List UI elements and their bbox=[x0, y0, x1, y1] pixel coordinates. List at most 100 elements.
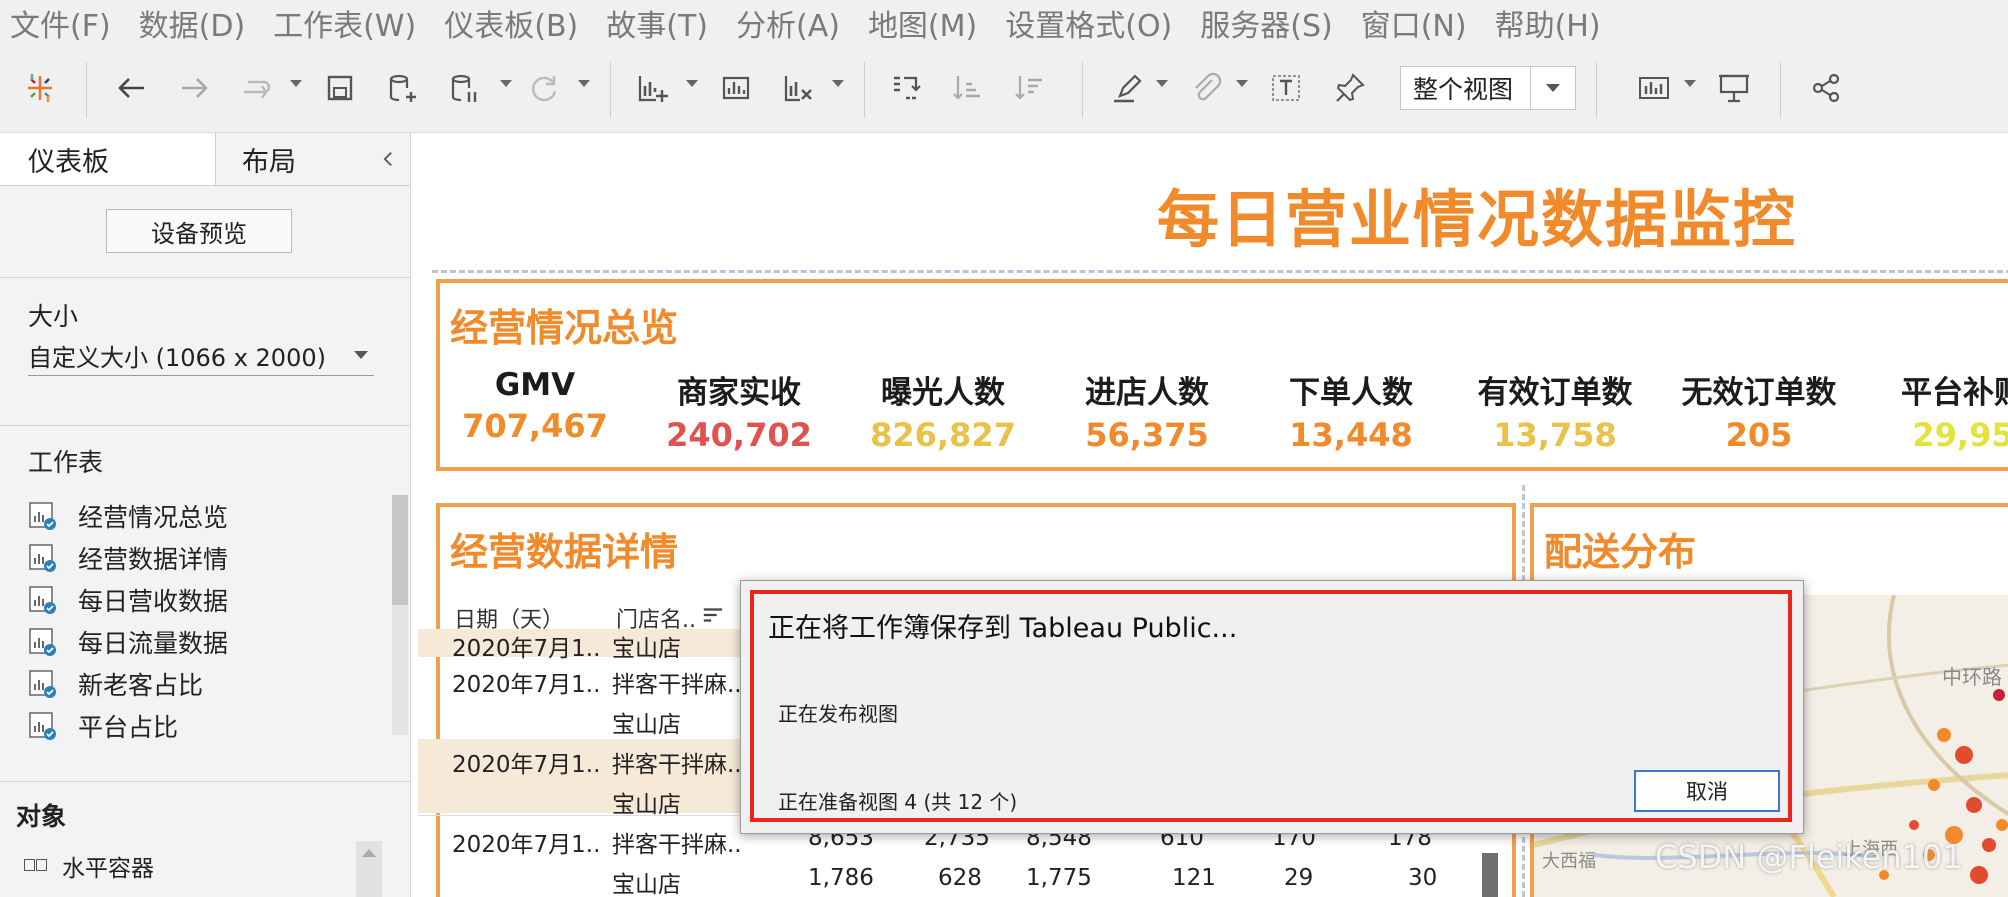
tab-dashboard[interactable]: 仪表板 bbox=[0, 133, 216, 185]
scrollbar-thumb[interactable] bbox=[392, 495, 408, 605]
toolbar-separator bbox=[610, 62, 611, 118]
kpi-value: 29,95 bbox=[1912, 416, 2008, 454]
delivery-title: 配送分布 bbox=[1544, 530, 1697, 574]
menu-data[interactable]: 数据(D) bbox=[129, 1, 264, 45]
new-data-source-icon[interactable] bbox=[380, 66, 424, 110]
kpi-value: 826,827 bbox=[870, 416, 1016, 454]
toolbar-separator bbox=[1596, 62, 1597, 118]
menu-dashboard[interactable]: 仪表板(B) bbox=[434, 1, 596, 45]
menu-map[interactable]: 地图(M) bbox=[858, 1, 995, 45]
menu-server[interactable]: 服务器(S) bbox=[1190, 1, 1350, 45]
chevron-down-icon[interactable] bbox=[290, 80, 302, 87]
fit-view-select[interactable]: 整个视图 bbox=[1400, 66, 1576, 110]
sidebar-tabs: 仪表板 布局 bbox=[0, 133, 410, 186]
table-scrollbar-thumb[interactable] bbox=[1482, 853, 1498, 897]
chevron-down-icon[interactable] bbox=[1236, 80, 1248, 87]
kpi-label: 平台补贴 bbox=[1901, 375, 2008, 411]
divider bbox=[0, 781, 410, 782]
kpi-value: 13,448 bbox=[1289, 416, 1413, 454]
worksheet-used-icon bbox=[28, 501, 58, 531]
chevron-down-icon[interactable] bbox=[578, 80, 590, 87]
objects-scrollbar[interactable] bbox=[356, 841, 382, 897]
highlight-pen-icon[interactable] bbox=[1104, 66, 1148, 110]
toolbar-separator bbox=[1082, 62, 1083, 118]
duplicate-sheet-icon[interactable] bbox=[714, 66, 758, 110]
worksheet-used-icon bbox=[28, 543, 58, 573]
cell-number: 30 bbox=[1408, 865, 1438, 891]
menu-analysis[interactable]: 分析(A) bbox=[726, 1, 858, 45]
menu-file[interactable]: 文件(F) bbox=[0, 1, 129, 45]
chevron-down-icon[interactable] bbox=[1530, 67, 1575, 109]
chevron-down-icon[interactable] bbox=[1156, 80, 1168, 87]
watermark: CSDN @Fleiken101 bbox=[1655, 838, 1963, 876]
share-icon[interactable] bbox=[1804, 66, 1848, 110]
object-horizontal-container[interactable]: 水平容器 bbox=[24, 849, 154, 883]
worksheet-item[interactable]: 平台占比 bbox=[28, 705, 228, 747]
details-title: 经营数据详情 bbox=[450, 530, 679, 574]
attachment-icon[interactable] bbox=[1184, 66, 1228, 110]
tab-layout[interactable]: 布局 bbox=[242, 133, 362, 185]
menu-window[interactable]: 窗口(N) bbox=[1351, 1, 1485, 45]
kpi-visitors: 进店人数 56,375 bbox=[1052, 367, 1242, 454]
collapse-sidebar-icon[interactable] bbox=[380, 133, 404, 185]
worksheet-name: 经营数据详情 bbox=[78, 545, 229, 574]
refresh-icon[interactable] bbox=[522, 66, 566, 110]
scroll-up-icon[interactable] bbox=[362, 849, 376, 857]
worksheet-item[interactable]: 每日营收数据 bbox=[28, 579, 228, 621]
sort-icon[interactable] bbox=[702, 605, 724, 629]
redo-run-icon[interactable] bbox=[234, 66, 278, 110]
overview-panel[interactable]: 经营情况总览 GMV 707,467 商家实收 240,702 曝光人数 826,82… bbox=[436, 279, 2008, 471]
text-label-icon[interactable] bbox=[1264, 66, 1308, 110]
dashboard-sidebar: 仪表板 布局 设备预览 大小 自定义大小 (1066 x 2000) 工作表 经… bbox=[0, 133, 411, 897]
menu-help[interactable]: 帮助(H) bbox=[1485, 1, 1619, 45]
worksheet-item[interactable]: 新老客占比 bbox=[28, 663, 228, 705]
menu-story[interactable]: 故事(T) bbox=[596, 1, 726, 45]
kpi-label: 进店人数 bbox=[1085, 375, 1209, 411]
cell-number: 121 bbox=[1172, 865, 1216, 891]
objects-heading: 对象 bbox=[16, 802, 67, 831]
tab-dashboard-label: 仪表板 bbox=[28, 146, 109, 178]
back-icon[interactable] bbox=[110, 66, 154, 110]
sort-descending-icon[interactable] bbox=[1008, 66, 1052, 110]
menu-format[interactable]: 设置格式(O) bbox=[995, 1, 1190, 45]
cell-store: 拌客干拌麻.. bbox=[612, 832, 742, 858]
kpi-label: 无效订单数 bbox=[1681, 375, 1837, 411]
dialog-status-progress: 正在准备视图 4 (共 12 个) bbox=[778, 790, 1018, 814]
worksheets-heading: 工作表 bbox=[28, 448, 104, 477]
size-select[interactable]: 自定义大小 (1066 x 2000) bbox=[28, 335, 374, 376]
worksheet-item[interactable]: 经营数据详情 bbox=[28, 537, 228, 579]
worksheet-used-icon bbox=[28, 669, 58, 699]
divider bbox=[0, 425, 410, 426]
cell-store: 宝山店 bbox=[612, 712, 681, 738]
worksheet-item[interactable]: 经营情况总览 bbox=[28, 495, 228, 537]
save-icon[interactable] bbox=[318, 66, 362, 110]
menu-worksheet[interactable]: 工作表(W) bbox=[263, 1, 434, 45]
horizontal-container-icon bbox=[24, 859, 48, 873]
toolbar-separator bbox=[86, 62, 87, 118]
cancel-button[interactable]: 取消 bbox=[1634, 770, 1780, 812]
overview-title: 经营情况总览 bbox=[450, 306, 679, 350]
chevron-down-icon[interactable] bbox=[1684, 80, 1696, 87]
device-preview-button[interactable]: 设备预览 bbox=[106, 209, 292, 253]
dialog-title: 正在将工作簿保存到 Tableau Public... bbox=[768, 613, 1238, 644]
worksheet-scrollbar[interactable] bbox=[392, 495, 408, 735]
swap-rows-columns-icon[interactable] bbox=[884, 66, 928, 110]
presentation-mode-icon[interactable] bbox=[1712, 66, 1756, 110]
worksheet-item[interactable]: 每日流量数据 bbox=[28, 621, 228, 663]
chevron-down-icon[interactable] bbox=[686, 80, 698, 87]
tableau-logo-icon[interactable] bbox=[18, 66, 62, 110]
chevron-down-icon[interactable] bbox=[500, 80, 512, 87]
kpi-value: 13,758 bbox=[1493, 416, 1617, 454]
clear-sheet-icon[interactable] bbox=[776, 66, 820, 110]
chevron-down-icon[interactable] bbox=[832, 80, 844, 87]
show-cards-icon[interactable] bbox=[1632, 66, 1676, 110]
toolbar-separator bbox=[1780, 62, 1781, 118]
chevron-down-icon[interactable] bbox=[354, 351, 368, 359]
pin-icon[interactable] bbox=[1328, 66, 1372, 110]
worksheet-name: 平台占比 bbox=[78, 713, 179, 742]
new-worksheet-icon[interactable] bbox=[630, 66, 674, 110]
forward-icon[interactable] bbox=[172, 66, 216, 110]
sort-ascending-icon[interactable] bbox=[946, 66, 990, 110]
kpi-buyers: 下单人数 13,448 bbox=[1256, 367, 1446, 454]
pause-data-icon[interactable] bbox=[442, 66, 486, 110]
